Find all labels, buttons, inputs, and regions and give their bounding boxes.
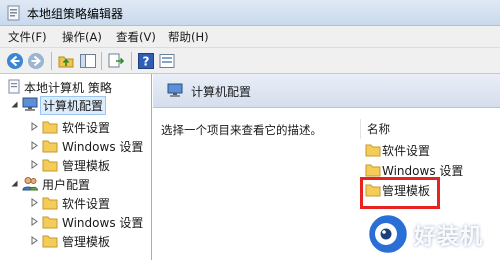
collapse-arrow-icon[interactable] xyxy=(10,179,19,188)
tree-item-admin-templates[interactable]: 管理模板 xyxy=(0,156,150,174)
expand-arrow-icon[interactable] xyxy=(30,122,39,131)
forward-arrow-icon[interactable] xyxy=(27,52,45,70)
tree-label: 软件设置 xyxy=(62,197,111,211)
help-icon[interactable]: ? xyxy=(137,52,155,70)
computer-icon xyxy=(167,83,183,97)
menu-action[interactable]: 操作(A) xyxy=(62,29,102,45)
tree-item-user-software-settings[interactable]: 软件设置 xyxy=(0,194,150,212)
menu-help[interactable]: 帮助(H) xyxy=(168,29,209,45)
column-header-label: 名称 xyxy=(367,122,390,136)
folder-icon xyxy=(42,235,58,248)
highlight-annotation-box xyxy=(360,177,440,209)
tree-item-computer-config[interactable]: 计算机配置 xyxy=(0,96,150,115)
menu-file[interactable]: 文件(F) xyxy=(8,29,47,45)
tree-label: 用户配置 xyxy=(42,178,91,192)
list-item-label: 软件设置 xyxy=(382,144,431,158)
window-title: 本地组策略编辑器 xyxy=(27,7,124,21)
tree-item-user-windows-settings[interactable]: Windows 设置 xyxy=(0,213,150,231)
tree-item-windows-settings[interactable]: Windows 设置 xyxy=(0,137,150,155)
tree-label: Windows 设置 xyxy=(62,140,144,154)
menu-bar: 文件(F) 操作(A) 查看(V) 帮助(H) xyxy=(0,26,500,48)
properties-icon[interactable] xyxy=(158,52,176,70)
toolbar-separator xyxy=(131,52,132,70)
computer-icon xyxy=(22,97,38,111)
show-hide-tree-icon[interactable] xyxy=(79,52,97,70)
policy-editor-icon xyxy=(7,5,20,21)
description-text: 选择一个项目来查看它的描述。 xyxy=(161,123,322,137)
tree-label-selected: 计算机配置 xyxy=(40,96,107,115)
folder-icon xyxy=(42,159,58,172)
tree-label: 管理模板 xyxy=(62,235,111,249)
detail-header: 计算机配置 xyxy=(153,74,500,108)
expand-arrow-icon[interactable] xyxy=(30,217,39,226)
column-header-name[interactable]: 名称 xyxy=(360,119,500,139)
tree-label: 本地计算机 策略 xyxy=(24,81,112,95)
tree-label: 管理模板 xyxy=(62,159,111,173)
menu-view[interactable]: 查看(V) xyxy=(116,29,156,45)
tree-item-root[interactable]: 本地计算机 策略 xyxy=(0,78,150,96)
export-list-icon[interactable] xyxy=(107,52,125,70)
folder-icon xyxy=(42,216,58,229)
detail-title: 计算机配置 xyxy=(191,85,252,99)
folder-icon xyxy=(42,197,58,210)
folder-icon xyxy=(365,144,381,157)
toolbar: ? xyxy=(0,48,500,74)
tree-label: Windows 设置 xyxy=(62,216,144,230)
policy-document-icon xyxy=(8,79,20,94)
tree-pane: 本地计算机 策略 计算机配置 软件设置 Windows 设置 管理模板 用户配置… xyxy=(0,74,152,260)
svg-text:?: ? xyxy=(143,55,150,69)
up-folder-icon[interactable] xyxy=(57,52,75,70)
expand-arrow-icon[interactable] xyxy=(30,236,39,245)
back-arrow-icon[interactable] xyxy=(6,52,24,70)
watermark-text: 好装机 xyxy=(414,225,484,250)
expand-arrow-icon[interactable] xyxy=(30,141,39,150)
folder-icon xyxy=(365,164,381,177)
watermark-logo-icon xyxy=(366,212,410,256)
expand-arrow-icon[interactable] xyxy=(30,198,39,207)
toolbar-separator xyxy=(51,52,52,70)
tree-item-user-admin-templates[interactable]: 管理模板 xyxy=(0,232,150,250)
tree-label: 软件设置 xyxy=(62,121,111,135)
title-bar: 本地组策略编辑器 xyxy=(0,0,500,26)
tree-item-software-settings[interactable]: 软件设置 xyxy=(0,118,150,136)
users-icon xyxy=(22,177,38,191)
expand-arrow-icon[interactable] xyxy=(30,160,39,169)
collapse-arrow-icon[interactable] xyxy=(10,100,19,109)
folder-icon xyxy=(42,121,58,134)
watermark-logo: 好装机 xyxy=(362,208,500,260)
toolbar-separator xyxy=(101,52,102,70)
folder-icon xyxy=(42,140,58,153)
tree-item-user-config[interactable]: 用户配置 xyxy=(0,175,150,193)
